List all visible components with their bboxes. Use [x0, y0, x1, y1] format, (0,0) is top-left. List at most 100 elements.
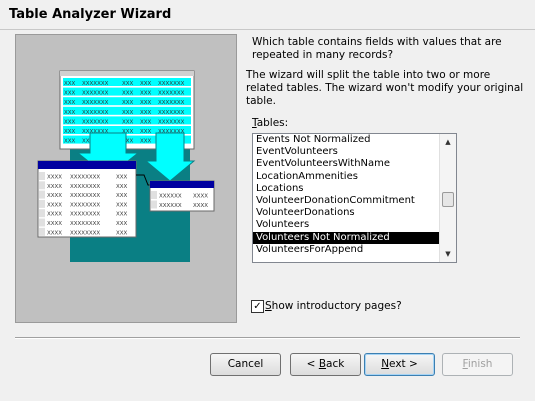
- table-list-item[interactable]: Volunteers Not Normalized: [253, 231, 440, 244]
- illustration-cell-text: XXX: [140, 100, 152, 106]
- table-list-item[interactable]: LocationAmmenities: [253, 171, 440, 183]
- illustration-cell-text: XXXXXX: [159, 194, 182, 200]
- question-text: Which table contains fields with values …: [252, 36, 502, 61]
- illustration-cell-text: XXX: [116, 175, 128, 181]
- scroll-thumb[interactable]: [442, 192, 454, 207]
- illustration-cell-text: XXXX: [193, 203, 208, 209]
- checkmark-icon: ✓: [253, 301, 262, 312]
- table-list-item[interactable]: Volunteers: [253, 219, 440, 231]
- title-bar: Table Analyzer Wizard: [0, 0, 535, 30]
- explanation-text: The wizard will split the table into two…: [246, 69, 524, 107]
- illustration-cell-text: XXXXXXX: [158, 91, 185, 97]
- illustration-cell-text: XXX: [122, 91, 134, 97]
- button-divider: [15, 337, 520, 339]
- next-button[interactable]: Next >: [364, 353, 435, 376]
- illustration-cell-text: XXX: [64, 81, 76, 87]
- illustration-cell-text: XXX: [140, 110, 152, 116]
- table-split-illustration: XXX XXXXXXX XXX XXX XXXXXXX XXX XXXXXXX XXX XXX X…: [15, 34, 237, 323]
- table-list-item[interactable]: VolunteersForAppend: [253, 244, 440, 256]
- illustration-cell-text: XXX: [64, 129, 76, 135]
- illustration-cell: [39, 227, 45, 236]
- illustration-cell-text: XXX: [116, 221, 128, 227]
- illustration-cell-text: XXXXXXX: [82, 81, 109, 87]
- illustration-cell-text: XXXX: [47, 221, 62, 227]
- illustration-cell: [39, 218, 45, 227]
- illustration-cell-text: XXXX: [47, 193, 62, 199]
- illustration-cell-text: XXX: [64, 91, 76, 97]
- illustration-cell-text: XXX: [64, 119, 76, 125]
- tables-list: Events Not Normalized EventVolunteers Even…: [253, 134, 440, 262]
- show-intro-pages-label: Show introductory pages?: [265, 300, 402, 312]
- checkbox-label-accel: S: [265, 300, 272, 312]
- illustration-cell-text: XXX: [64, 110, 76, 116]
- table-list-item[interactable]: VolunteerDonations: [253, 207, 440, 219]
- finish-rest: inish: [467, 358, 493, 370]
- illustration-cell: [39, 209, 45, 218]
- illustration-cell-text: XXXX: [47, 212, 62, 218]
- illustration-cell-text: XXX: [64, 100, 76, 106]
- illustration-cell: [39, 181, 45, 190]
- next-accel: N: [381, 358, 390, 370]
- illustration-cell: [39, 172, 45, 180]
- next-rest: ext >: [389, 358, 418, 370]
- checkbox-label-rest: how introductory pages?: [271, 300, 402, 312]
- illustration-cell-text: XXXX: [47, 184, 62, 190]
- tables-label: Tables:: [252, 117, 288, 129]
- illustration-cell-text: XXX: [116, 230, 128, 236]
- table-list-item[interactable]: EventVolunteersWithName: [253, 158, 440, 170]
- illustration-cell-text: XXXXXXX: [158, 119, 185, 125]
- illustration-cell-text: XXXXXXX: [158, 110, 185, 116]
- illustration-cell-text: XXXXXXXX: [70, 202, 100, 208]
- illustration-cell-text: XXXXXXX: [158, 81, 185, 87]
- back-prefix: <: [306, 358, 319, 370]
- illustration-cell-text: XXX: [122, 110, 134, 116]
- illustration-cell: [39, 199, 45, 208]
- illustration-cell-text: XXXXXXX: [82, 91, 109, 97]
- table-list-item[interactable]: Events Not Normalized: [253, 134, 440, 146]
- table-list-item[interactable]: Locations: [253, 183, 440, 195]
- illustration-cell-text: XXX: [116, 193, 128, 199]
- illustration-cell-text: XXXXXXX: [82, 100, 109, 106]
- back-button[interactable]: < Back: [290, 353, 361, 376]
- illustration-cell-text: XXX: [116, 184, 128, 190]
- scroll-down-icon[interactable]: ▼: [440, 246, 456, 262]
- tables-listbox[interactable]: Events Not Normalized EventVolunteers Even…: [252, 133, 457, 263]
- illustration-cell-text: XXXX: [47, 230, 62, 236]
- listbox-scrollbar[interactable]: ▲ ▼: [439, 134, 456, 262]
- illustration-cell-text: XXXXXXXX: [70, 212, 100, 218]
- scroll-up-icon[interactable]: ▲: [440, 134, 456, 150]
- show-intro-pages-checkbox[interactable]: ✓: [251, 300, 264, 313]
- illustration-cell-text: XXX: [122, 100, 134, 106]
- back-rest: ack: [326, 358, 345, 370]
- illustration-cell-text: XXXX: [47, 175, 62, 181]
- illustration-cell-text: XXXXXXXX: [70, 221, 100, 227]
- tables-label-rest: ables:: [256, 117, 289, 129]
- table-list-item[interactable]: EventVolunteers: [253, 146, 440, 158]
- illustration-cell-text: XXX: [122, 81, 134, 87]
- illustration-cell-text: XXX: [116, 212, 128, 218]
- illustration-cell-text: XXXXXXX: [82, 110, 109, 116]
- finish-button[interactable]: Finish: [442, 353, 513, 376]
- illustration-cell: [151, 200, 157, 209]
- illustration-cell-text: XXX: [64, 139, 76, 145]
- illustration-cell-text: XXX: [140, 119, 152, 125]
- illustration-cell-text: XXXXXXXX: [70, 193, 100, 199]
- window-title: Table Analyzer Wizard: [9, 7, 172, 22]
- table-list-item[interactable]: VolunteerDonationCommitment: [253, 195, 440, 207]
- illustration-cell-text: XXX: [116, 202, 128, 208]
- illustration-cell-text: XXXXXXXX: [70, 175, 100, 181]
- illustration-cell-text: XXXXXXX: [158, 100, 185, 106]
- illustration-svg: XXX XXXXXXX XXX XXX XXXXXXXXXX XXXXXXX XXX XXX X…: [37, 70, 215, 262]
- illustration-cell-text: XXX: [140, 91, 152, 97]
- back-accel: B: [318, 358, 327, 370]
- illustration-cell: [39, 190, 45, 199]
- illustration-cell-text: XXXXXXX: [82, 119, 109, 125]
- illustration-cell-text: XXX: [122, 119, 134, 125]
- illustration-cell-text: XXXXXX: [159, 203, 182, 209]
- illustration-cell: [151, 191, 157, 199]
- illustration-cell-text: XXX: [140, 81, 152, 87]
- illustration-cell-text: XXXX: [193, 194, 208, 200]
- illustration-cell-text: XXX: [140, 139, 152, 145]
- cancel-button[interactable]: Cancel: [210, 353, 281, 376]
- illustration-cell-text: XXXXXXXX: [70, 184, 100, 190]
